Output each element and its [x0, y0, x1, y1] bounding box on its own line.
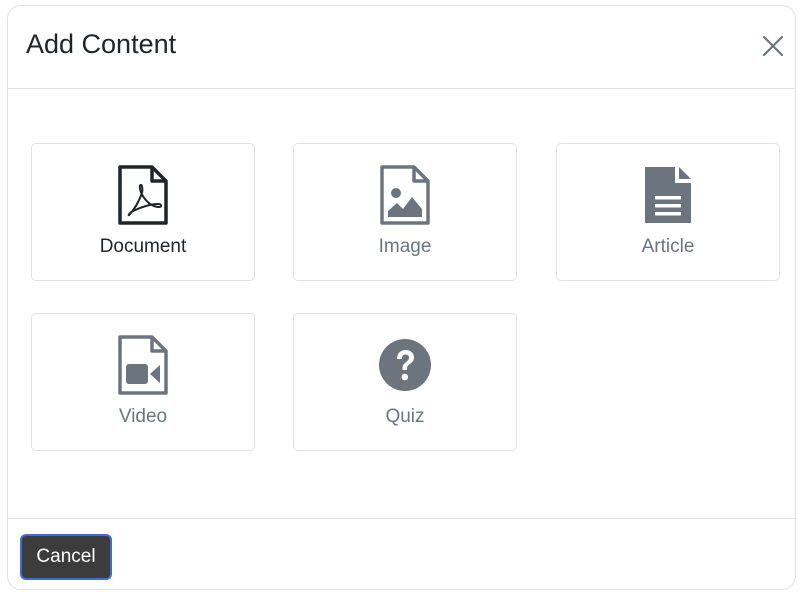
article-file-icon: [641, 164, 695, 226]
video-tile[interactable]: Video: [31, 313, 255, 451]
modal-header: Add Content: [8, 6, 795, 89]
close-icon: [762, 35, 784, 57]
tile-label: Image: [378, 236, 432, 257]
modal-footer: Cancel: [8, 518, 795, 589]
article-tile[interactable]: Article: [556, 143, 780, 281]
pdf-file-icon: [116, 164, 170, 226]
quiz-tile[interactable]: Quiz: [293, 313, 517, 451]
video-file-icon: [116, 334, 170, 396]
close-button[interactable]: [757, 30, 789, 62]
tile-label: Quiz: [385, 406, 425, 427]
document-tile[interactable]: Document: [31, 143, 255, 281]
tile-label: Document: [99, 236, 187, 257]
image-tile[interactable]: Image: [293, 143, 517, 281]
content-type-grid: Document Image Article Video Quiz: [8, 89, 795, 518]
cancel-button[interactable]: Cancel: [20, 534, 112, 580]
modal-title: Add Content: [26, 29, 177, 59]
image-file-icon: [378, 164, 432, 226]
tile-label: Video: [118, 406, 168, 427]
tile-label: Article: [641, 236, 695, 257]
question-circle-icon: [378, 334, 432, 396]
add-content-modal: Add Content Document Image Article Video…: [7, 5, 796, 590]
